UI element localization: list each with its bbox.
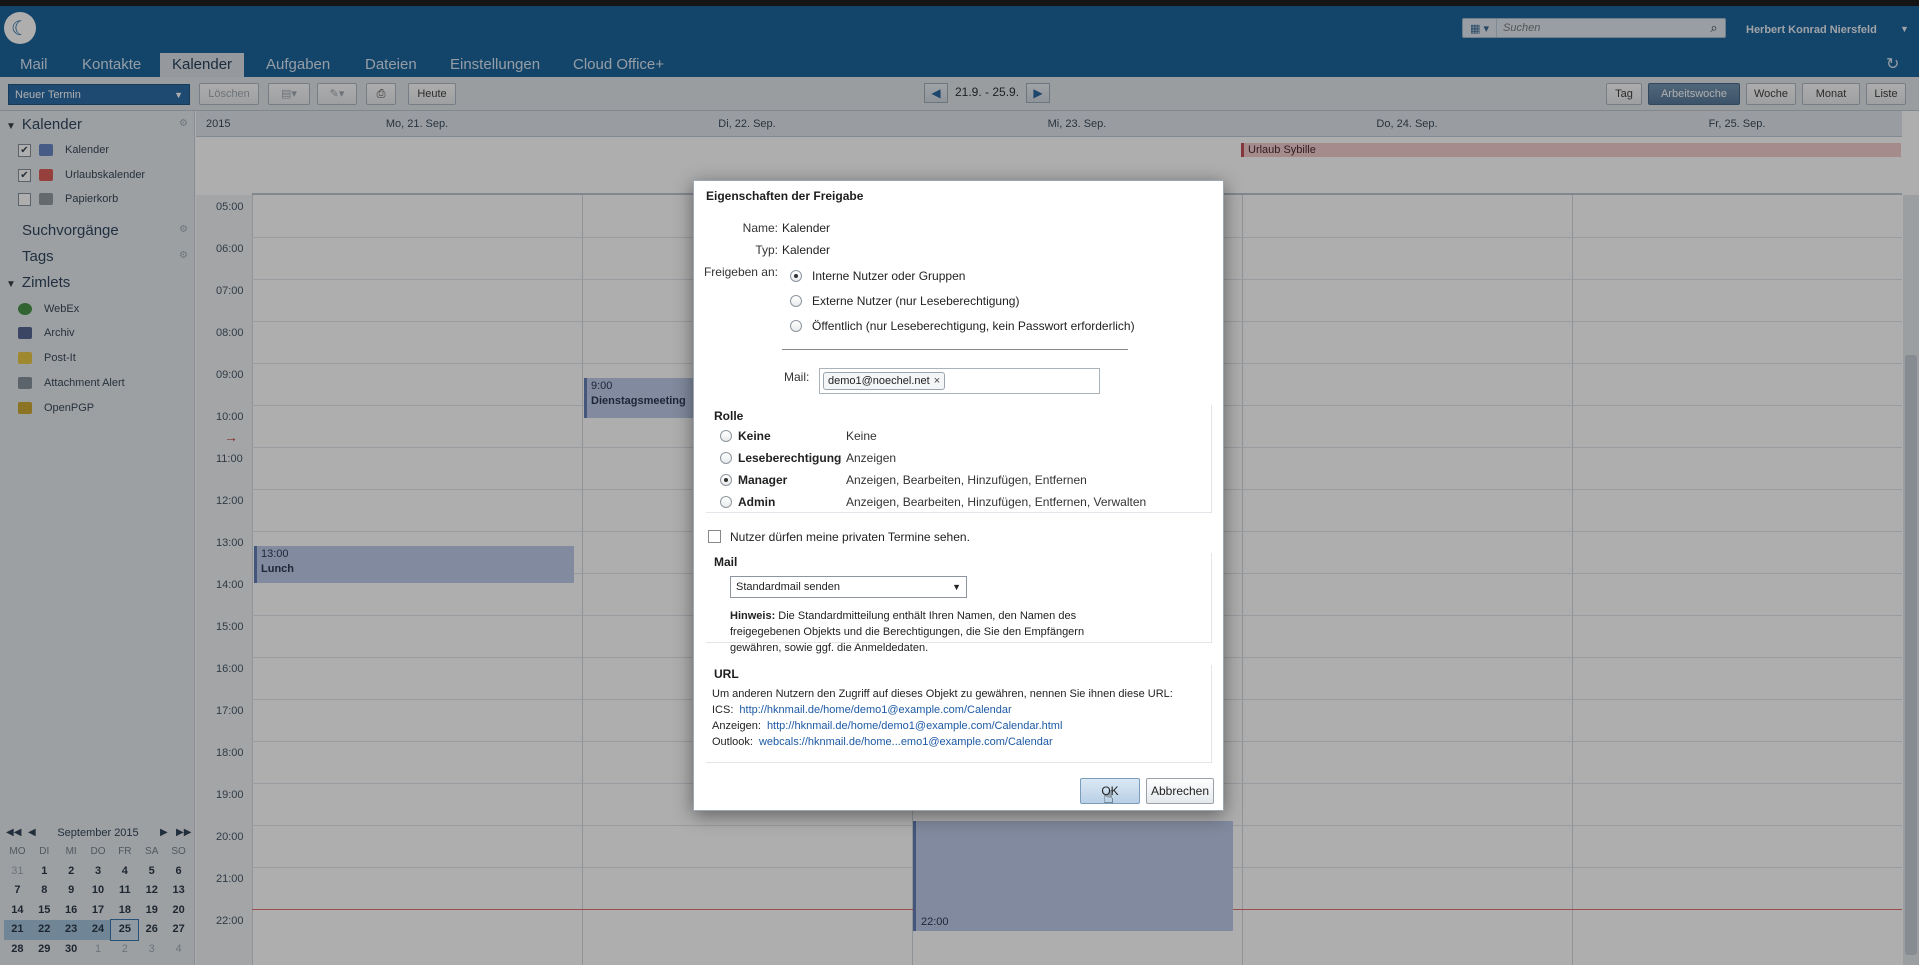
role-admin-label[interactable]: Admin [738, 495, 775, 509]
role-read-radio[interactable] [720, 452, 732, 464]
role-read-desc: Anzeigen [846, 451, 897, 465]
url-row-ics: ICS: http://hknmail.de/home/demo1@example… [712, 704, 1012, 716]
private-appointments-label[interactable]: Nutzer dürfen meine privaten Termine seh… [730, 530, 970, 544]
url-label: Anzeigen: [712, 720, 761, 732]
mail-type-select[interactable]: Standardmail senden ▼ [730, 576, 967, 598]
cancel-button[interactable]: Abbrechen [1146, 778, 1214, 804]
hint-text: Die Standardmitteilung enthält Ihren Nam… [730, 610, 1085, 654]
recipient-address: demo1@noechel.net [828, 375, 930, 387]
hint-label: Hinweis: [730, 610, 776, 622]
share-internal-radio[interactable] [790, 270, 802, 282]
recipient-chip[interactable]: demo1@noechel.net × [823, 372, 946, 390]
share-external-label[interactable]: Externe Nutzer (nur Leseberechtigung) [812, 294, 1019, 308]
url-intro: Um anderen Nutzern den Zugriff auf diese… [712, 688, 1173, 700]
chevron-down-icon[interactable]: ▼ [952, 577, 961, 597]
share-with-label: Freigeben an: [703, 265, 778, 279]
type-label: Typ: [755, 243, 778, 257]
name-value: Kalender [782, 221, 831, 235]
role-manager-desc: Anzeigen, Bearbeiten, Hinzufügen, Entfer… [846, 473, 1087, 487]
view-link[interactable]: http://hknmail.de/home/demo1@example.com… [767, 720, 1062, 732]
url-header: URL [714, 667, 739, 681]
role-none-radio[interactable] [720, 430, 732, 442]
divider [782, 349, 1128, 350]
share-public-label[interactable]: Öffentlich (nur Leseberechtigung, kein P… [812, 319, 1135, 333]
type-value: Kalender [782, 243, 831, 257]
role-manager-radio[interactable] [720, 474, 732, 486]
mail-recipient-field[interactable]: demo1@noechel.net × [819, 368, 1100, 394]
role-read-label[interactable]: Leseberechtigung [738, 451, 841, 465]
url-row-view: Anzeigen: http://hknmail.de/home/demo1@ex… [712, 720, 1062, 732]
outlook-link[interactable]: webcals://hknmail.de/home...emo1@example… [759, 736, 1053, 748]
hand-cursor-icon: ☝ [1103, 787, 1114, 807]
ics-link[interactable]: http://hknmail.de/home/demo1@example.com… [739, 704, 1011, 716]
role-none-label[interactable]: Keine [738, 429, 771, 443]
role-header: Rolle [714, 409, 744, 423]
role-section: Rolle Keine Keine Leseberechtigung Anzei… [706, 405, 1212, 513]
mail-hint: Hinweis: Die Standardmitteilung enthält … [730, 608, 1090, 656]
role-admin-desc: Anzeigen, Bearbeiten, Hinzufügen, Entfer… [846, 495, 1147, 509]
share-internal-label[interactable]: Interne Nutzer oder Gruppen [812, 269, 965, 283]
role-manager-label[interactable]: Manager [738, 473, 787, 487]
remove-recipient-icon[interactable]: × [934, 375, 940, 387]
role-none-desc: Keine [846, 429, 877, 443]
share-external-radio[interactable] [790, 295, 802, 307]
share-public-radio[interactable] [790, 320, 802, 332]
name-label: Name: [742, 221, 778, 235]
mail-type-value: Standardmail senden [736, 581, 840, 593]
dialog-title: Eigenschaften der Freigabe [706, 189, 864, 203]
private-appointments-checkbox[interactable] [708, 530, 721, 543]
mail-label: Mail: [784, 370, 810, 384]
url-label: Outlook: [712, 736, 753, 748]
role-admin-radio[interactable] [720, 496, 732, 508]
mail-header: Mail [714, 555, 738, 569]
url-row-outlook: Outlook: webcals://hknmail.de/home...emo1… [712, 736, 1053, 748]
url-label: ICS: [712, 704, 734, 716]
share-properties-dialog: Eigenschaften der Freigabe Name: Kalende… [693, 180, 1224, 811]
